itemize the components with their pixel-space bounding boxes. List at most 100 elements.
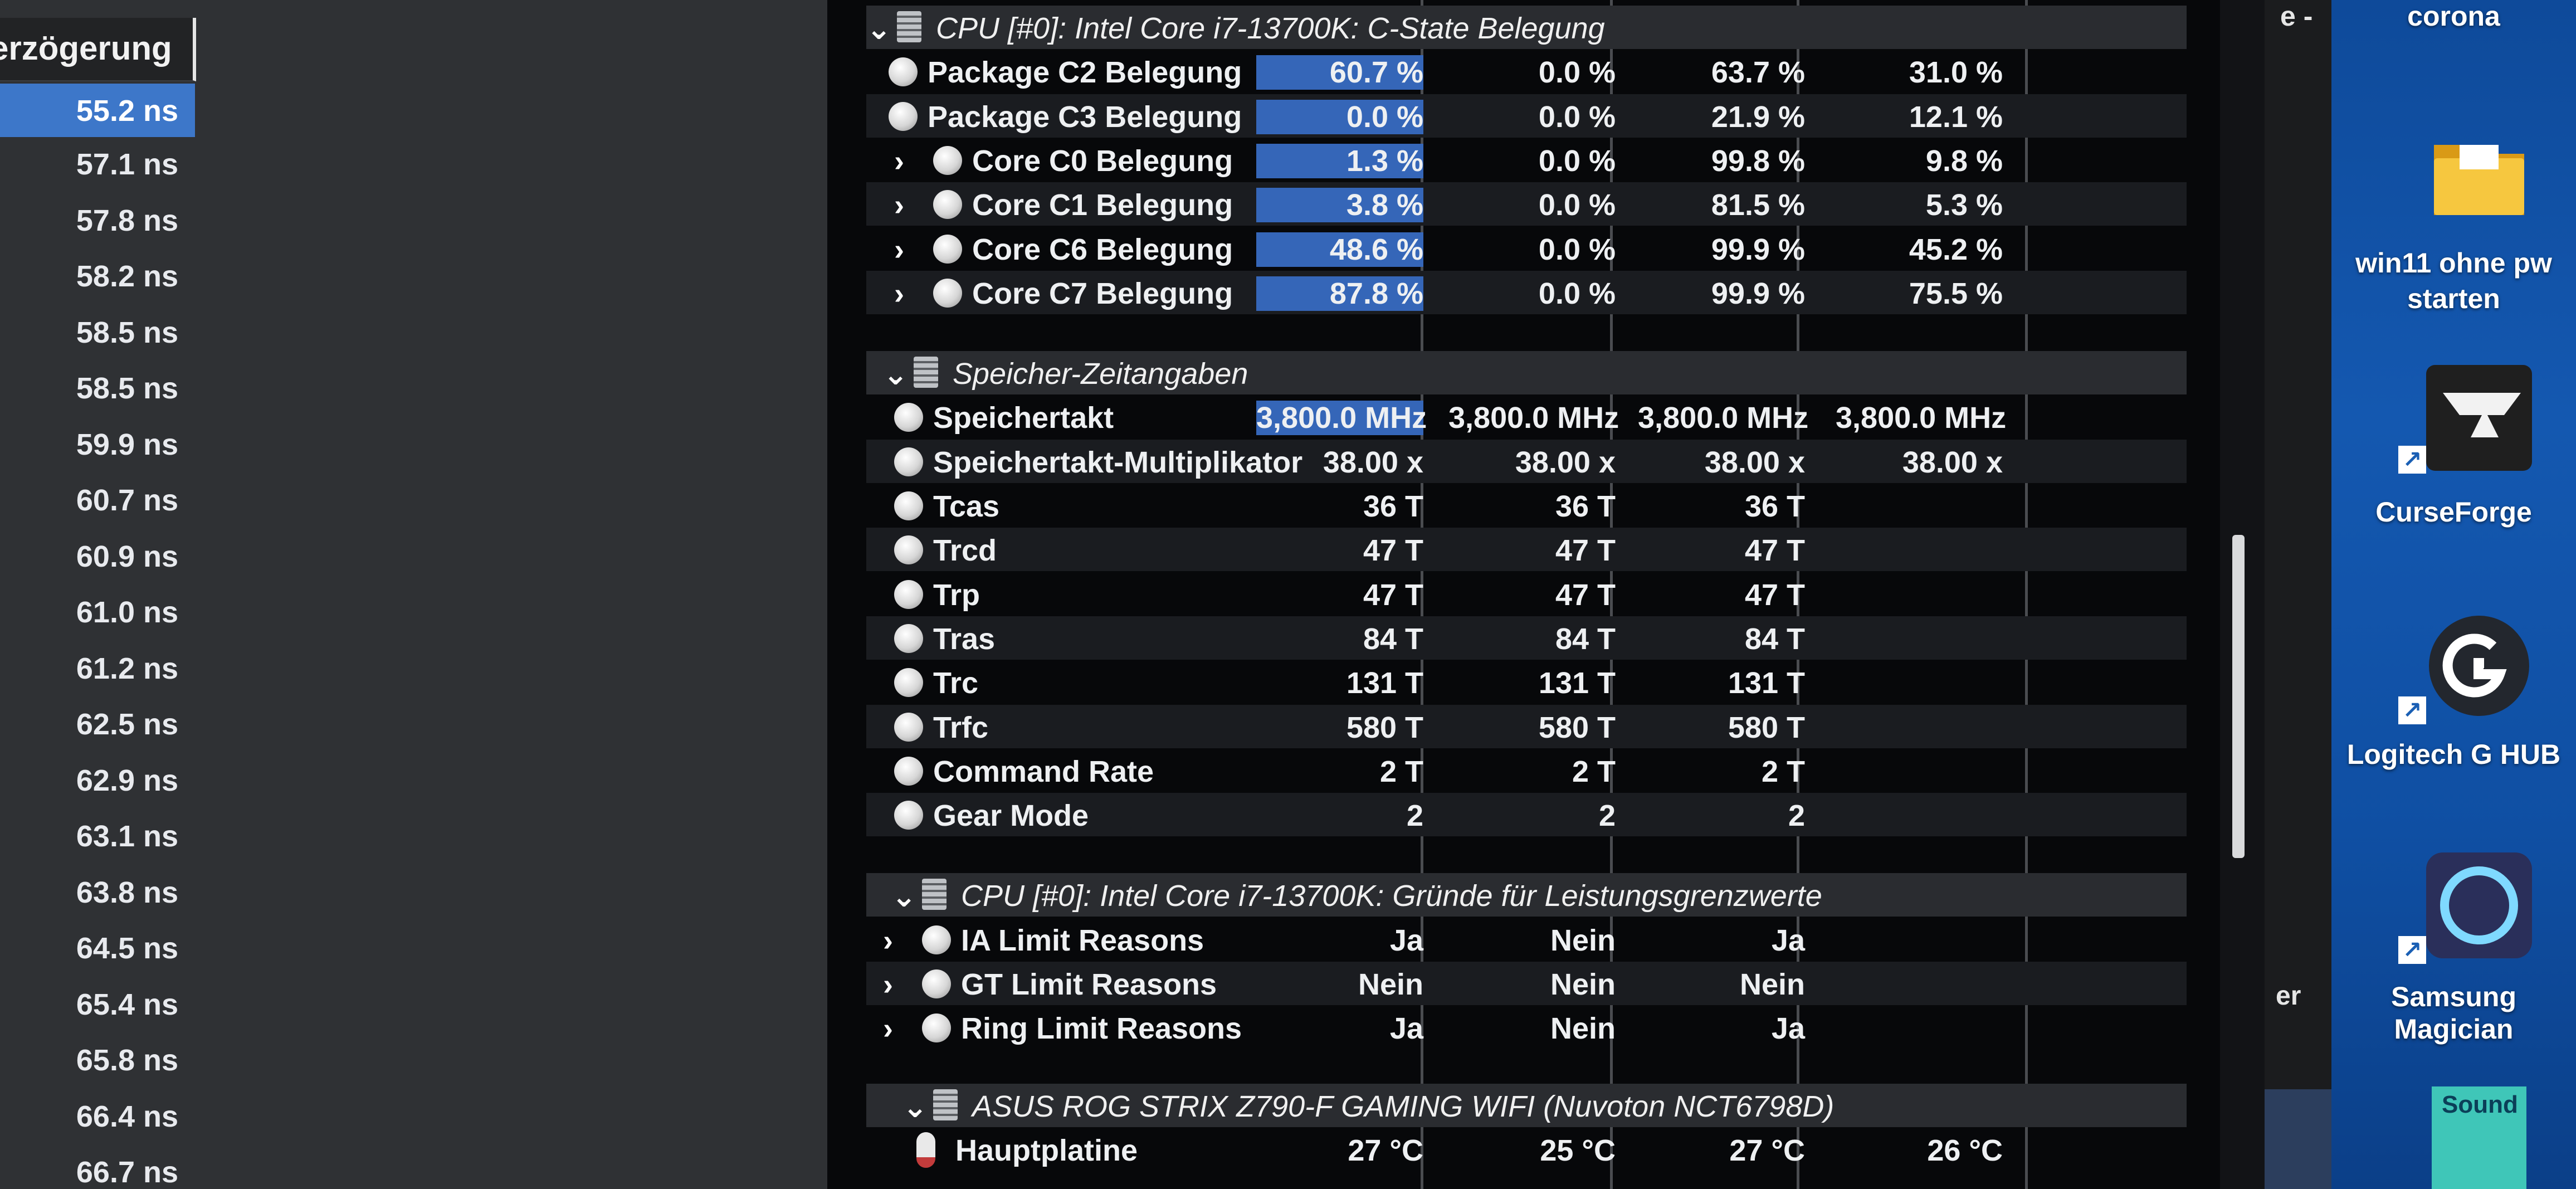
latency-row[interactable]: 60.7 ns: [0, 473, 195, 529]
current-value: 3,800.0 MHz: [1256, 401, 1427, 436]
max-value: 2: [1788, 799, 1805, 833]
expand-chevron-icon[interactable]: ›: [894, 232, 904, 267]
desktop-icon-label[interactable]: corona: [2331, 0, 2576, 32]
ring-icon[interactable]: [2426, 852, 2532, 958]
collapse-chevron-icon[interactable]: ⌄: [866, 11, 891, 46]
latency-row[interactable]: 62.9 ns: [0, 753, 195, 810]
sensor-row[interactable]: Trcd 47 T 47 T 47 T: [866, 528, 2187, 572]
latency-row[interactable]: 65.8 ns: [0, 1033, 195, 1089]
anvil-icon[interactable]: [2426, 365, 2532, 471]
latency-value: 66.7 ns: [76, 1156, 178, 1189]
latency-value: 62.9 ns: [76, 763, 178, 797]
expand-chevron-icon[interactable]: ›: [894, 188, 904, 222]
sound-blaster-icon[interactable]: Sound: [2426, 1086, 2532, 1189]
latency-row[interactable]: 58.5 ns: [0, 361, 195, 417]
sensor-panel: ⌄ CPU [#0]: Intel Core i7-13700K: C-State…: [827, 0, 2265, 1189]
expand-chevron-icon[interactable]: ›: [894, 276, 904, 311]
expand-chevron-icon[interactable]: ›: [883, 923, 893, 958]
sensor-row[interactable]: Command Rate 2 T 2 T 2 T: [866, 749, 2187, 792]
latency-row[interactable]: 61.0 ns: [0, 585, 195, 641]
sensor-row[interactable]: Hauptplatine 27 °C 25 °C 27 °C 26 °C: [866, 1128, 2187, 1171]
max-value: 27 °C: [1729, 1133, 1805, 1167]
sensor-group-header[interactable]: ⌄ CPU [#0]: Intel Core i7-13700K: Gründe …: [866, 873, 2187, 917]
collapse-chevron-icon[interactable]: ⌄: [883, 357, 908, 392]
sensor-row[interactable]: Speichertakt-Multiplikator 38.00 x 38.00 x…: [866, 439, 2187, 483]
desktop-icon-label[interactable]: Logitech G HUB: [2331, 738, 2576, 771]
sensor-clock-icon: [894, 668, 923, 698]
latency-row[interactable]: 55.2 ns: [0, 84, 195, 137]
sensor-row[interactable]: › Ring Limit Reasons Ja Nein Ja: [866, 1006, 2187, 1049]
desktop-icon-label[interactable]: Samsung Magician: [2331, 981, 2576, 1045]
sensor-group-header[interactable]: ⌄ CPU [#0]: Intel Core i7-13700K: C-State…: [866, 6, 2187, 49]
min-value: Nein: [1550, 923, 1616, 957]
latency-value: 57.8 ns: [76, 203, 178, 237]
sensor-row[interactable]: Trfc 580 T 580 T 580 T: [866, 704, 2187, 748]
max-value: 38.00 x: [1704, 445, 1805, 479]
expand-chevron-icon[interactable]: ›: [894, 144, 904, 178]
sensor-row[interactable]: › Core C7 Belegung 87.8 % 0.0 % 99.9 % 75.5 %: [866, 270, 2187, 314]
current-value: 87.8 %: [1256, 276, 1423, 311]
sensor-row[interactable]: Trp 47 T 47 T 47 T: [866, 572, 2187, 616]
sensor-scrollbar-thumb[interactable]: [2232, 535, 2245, 858]
sensor-row[interactable]: Tras 84 T 84 T 84 T: [866, 616, 2187, 660]
latency-row[interactable]: 61.2 ns: [0, 641, 195, 698]
sensor-clock-icon: [894, 579, 923, 609]
sensor-clock-icon: [889, 101, 918, 131]
sensor-row[interactable]: › Core C0 Belegung 1.3 % 0.0 % 99.8 % 9.8 %: [866, 138, 2187, 182]
sensor-row[interactable]: Gear Mode 2 2 2: [866, 793, 2187, 837]
desktop-icon-label[interactable]: win11 ohne pw starten: [2331, 245, 2576, 316]
desktop-icon-label[interactable]: CurseForge: [2331, 496, 2576, 528]
current-value: 0.0 %: [1256, 99, 1423, 134]
sensor-row[interactable]: › GT Limit Reasons Nein Nein Nein: [866, 962, 2187, 1005]
sensor-row[interactable]: Tcas 36 T 36 T 36 T: [866, 484, 2187, 527]
collapse-chevron-icon[interactable]: ⌄: [891, 879, 916, 914]
latency-row[interactable]: 58.5 ns: [0, 305, 195, 362]
sensor-label: Tras: [933, 622, 996, 656]
collapse-chevron-icon[interactable]: ⌄: [902, 1089, 928, 1124]
max-value: Nein: [1739, 968, 1805, 1001]
latency-row[interactable]: 63.1 ns: [0, 809, 195, 865]
sensor-clock-icon: [889, 57, 918, 87]
expand-chevron-icon[interactable]: ›: [883, 1011, 893, 1046]
latency-row[interactable]: 64.5 ns: [0, 921, 195, 977]
group-title: Speicher-Zeitangaben: [953, 357, 1248, 391]
sensor-row[interactable]: › IA Limit Reasons Ja Nein Ja: [866, 918, 2187, 961]
logitech-g-icon[interactable]: [2426, 613, 2532, 719]
sensor-group-header[interactable]: ⌄ ASUS ROG STRIX Z790-F GAMING WIFI (Nuvo…: [866, 1083, 2187, 1127]
max-value: 21.9 %: [1711, 100, 1805, 134]
sound-blaster-label: Sound: [2442, 1091, 2518, 1118]
current-value: 36 T: [1363, 490, 1423, 523]
sensor-grid: ⌄ CPU [#0]: Intel Core i7-13700K: C-State…: [827, 0, 2220, 1189]
expand-chevron-icon[interactable]: ›: [883, 967, 893, 1002]
sensor-label: Trp: [933, 578, 980, 612]
min-value: 2 T: [1572, 754, 1616, 788]
sensor-group-header[interactable]: ⌄ Speicher-Zeitangaben: [866, 351, 2187, 395]
avg-value: 31.0 %: [1909, 56, 2003, 90]
sensor-row[interactable]: Trc 131 T 131 T 131 T: [866, 660, 2187, 704]
latency-row[interactable]: 65.4 ns: [0, 977, 195, 1034]
sensor-row[interactable]: › Core C6 Belegung 48.6 % 0.0 % 99.9 % 45.2 %: [866, 227, 2187, 270]
current-value: 48.6 %: [1256, 232, 1423, 267]
sensor-label: Hauptplatine: [955, 1133, 1138, 1167]
folder-icon[interactable]: [2426, 123, 2532, 228]
latency-row[interactable]: 60.9 ns: [0, 529, 195, 586]
sensor-row[interactable]: Speichertakt 3,800.0 MHz 3,800.0 MHz 3,800.…: [866, 395, 2187, 438]
latency-row[interactable]: 62.5 ns: [0, 697, 195, 753]
min-value: 47 T: [1555, 578, 1616, 612]
latency-row[interactable]: 58.2 ns: [0, 249, 195, 305]
latency-column-header[interactable]: erzögerung: [0, 18, 196, 81]
sensor-label: GT Limit Reasons: [961, 968, 1217, 1001]
sensor-clock-icon: [922, 925, 951, 954]
current-value: 38.00 x: [1323, 445, 1423, 479]
latency-row[interactable]: 66.4 ns: [0, 1089, 195, 1146]
latency-row[interactable]: 57.1 ns: [0, 137, 195, 193]
sensor-row[interactable]: › Core C1 Belegung 3.8 % 0.0 % 81.5 % 5.3 %: [866, 182, 2187, 226]
latency-row[interactable]: 66.7 ns: [0, 1145, 195, 1189]
latency-row[interactable]: 57.8 ns: [0, 193, 195, 250]
current-value: 84 T: [1363, 622, 1423, 656]
latency-value: 66.4 ns: [76, 1099, 178, 1133]
latency-row[interactable]: 59.9 ns: [0, 417, 195, 474]
latency-row[interactable]: 63.8 ns: [0, 865, 195, 922]
sensor-row[interactable]: Package C2 Belegung 60.7 % 0.0 % 63.7 % 31.0…: [866, 50, 2187, 93]
sensor-row[interactable]: Package C3 Belegung 0.0 % 0.0 % 21.9 % 12.1 …: [866, 94, 2187, 138]
